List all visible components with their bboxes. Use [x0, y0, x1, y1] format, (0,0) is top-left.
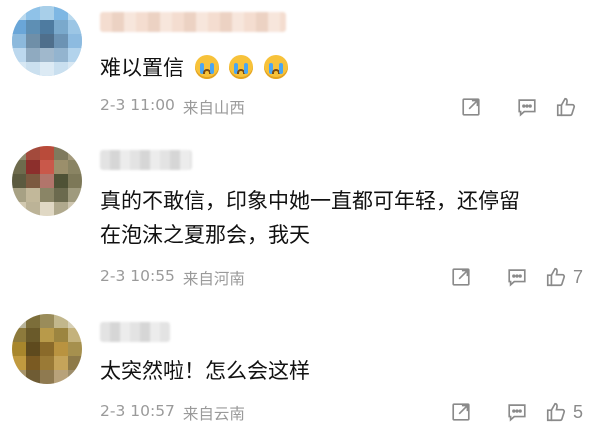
comment-actions: 7 — [433, 262, 595, 292]
avatar[interactable] — [12, 146, 82, 216]
like-button[interactable] — [555, 92, 595, 122]
like-button[interactable]: 5 — [545, 397, 595, 427]
crying-face-icon — [264, 55, 289, 79]
comment-1: 难以置信 2-3 11:00 来自山西 — [0, 0, 595, 140]
username[interactable] — [100, 322, 170, 342]
share-button[interactable] — [433, 397, 489, 427]
comment-actions — [443, 92, 595, 122]
share-icon — [452, 268, 470, 286]
comment-icon — [518, 99, 536, 117]
comment-text: 真的不敢信，印象中她一直都可年轻，还停留 在泡沫之夏那会，我天 — [100, 189, 520, 247]
like-count: 7 — [572, 266, 583, 287]
comment-time: 2-3 11:00 — [100, 96, 175, 114]
comment-icon — [508, 269, 526, 287]
comment-location: 来自山西 — [182, 99, 245, 117]
comment-button[interactable] — [499, 92, 555, 122]
crying-face-icon — [194, 55, 219, 79]
comment-meta: 2-3 11:00 来自山西 — [100, 96, 245, 118]
comment-location: 来自云南 — [182, 405, 245, 423]
share-icon — [462, 98, 480, 116]
share-button[interactable] — [433, 262, 489, 292]
share-button[interactable] — [443, 92, 499, 122]
comment-button[interactable] — [489, 397, 545, 427]
comment-actions: 5 — [433, 397, 595, 427]
thumbs-up-icon — [546, 402, 566, 422]
comment-time: 2-3 10:57 — [100, 402, 175, 420]
like-button[interactable]: 7 — [545, 262, 595, 292]
thumbs-up-icon — [546, 267, 566, 287]
comment-text: 难以置信 — [100, 51, 577, 85]
comment-meta: 2-3 10:55 来自河南 — [100, 267, 245, 289]
avatar[interactable] — [12, 6, 82, 76]
comment-time: 2-3 10:55 — [100, 267, 175, 285]
crying-face-icon — [229, 55, 254, 79]
like-count: 5 — [572, 401, 583, 422]
comment-meta: 2-3 10:57 来自云南 — [100, 402, 245, 424]
username[interactable] — [100, 12, 286, 32]
thumbs-up-icon — [556, 97, 576, 117]
comment-location: 来自河南 — [182, 270, 245, 288]
avatar[interactable] — [12, 314, 82, 384]
share-icon — [452, 403, 470, 421]
comment-text: 太突然啦！怎么会这样 — [100, 359, 310, 383]
comment-2: 真的不敢信，印象中她一直都可年轻，还停留 在泡沫之夏那会，我天 2-3 10:5… — [0, 140, 595, 300]
comment-button[interactable] — [489, 262, 545, 292]
comment-icon — [508, 404, 526, 422]
username[interactable] — [100, 150, 192, 170]
comment-3: 太突然啦！怎么会这样 2-3 10:57 来自云南 5 — [0, 300, 595, 438]
